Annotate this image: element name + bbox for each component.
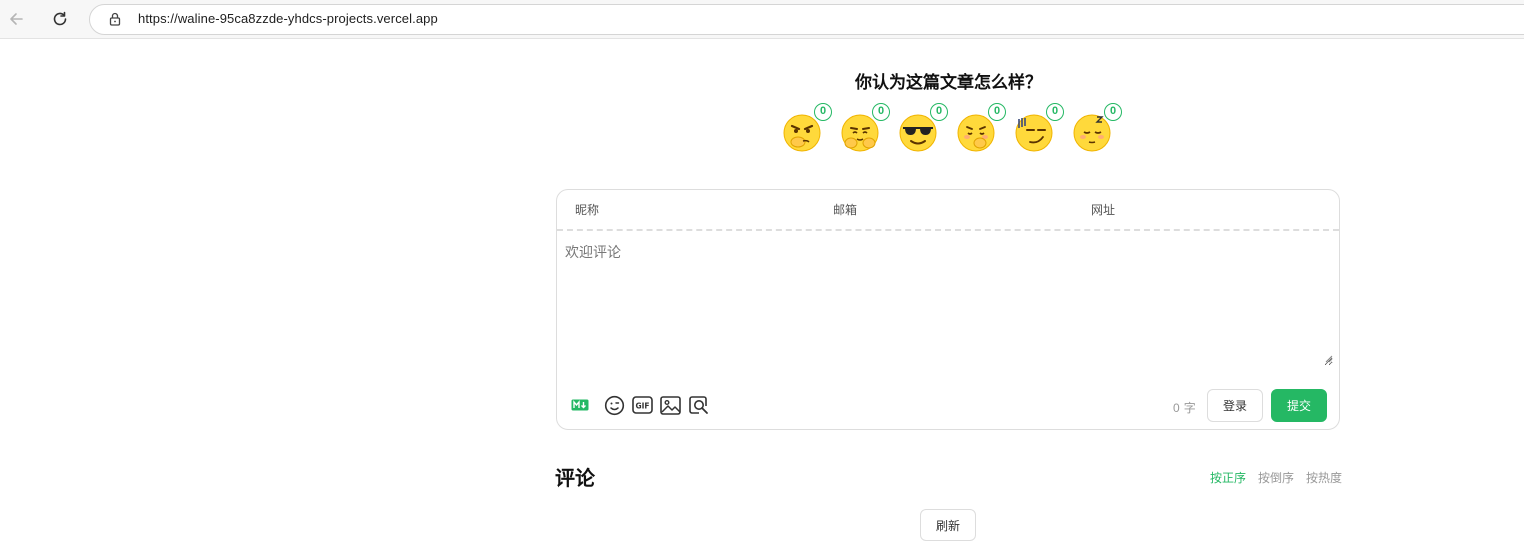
reaction-cool[interactable]: 0 [896,103,948,153]
shushing-face-icon [957,114,995,152]
image-icon [659,395,681,415]
refresh-button[interactable]: 刷新 [920,509,976,541]
comments-title: 评论 [555,466,595,490]
nick-input[interactable] [575,203,805,217]
sort-descending[interactable]: 按倒序 [1258,469,1294,486]
reload-icon [53,11,67,26]
editor-toolbar: GIF [569,394,715,416]
back-button[interactable] [3,6,29,32]
resize-grip-icon[interactable] [1323,353,1333,363]
comment-panel: GIF 0字 登录 提交 [556,189,1340,430]
link-input[interactable] [1091,203,1321,217]
reaction-title: 你认为这篇文章怎么样？ [855,73,1042,93]
mail-field-wrap [815,190,1073,230]
markdown-icon [571,399,589,411]
hugging-face-icon [841,114,879,152]
meta-fields [557,190,1339,231]
word-count: 0字 [1173,399,1196,416]
browser-toolbar: https://waline-95ca8zzde-yhdcs-projects.… [0,0,1524,39]
reload-button[interactable] [47,6,73,32]
reaction-sweat[interactable]: 0 [1012,103,1064,153]
word-count-unit: 字 [1183,401,1196,415]
link-field-wrap [1073,190,1331,230]
svg-text:GIF: GIF [635,402,649,411]
reaction-hug[interactable]: 0 [838,103,890,153]
emoji-icon [604,395,624,415]
emoji-button[interactable] [603,394,625,416]
sort-hottest[interactable]: 按热度 [1306,469,1342,486]
comment-textarea[interactable] [565,242,1333,366]
arrow-left-icon [10,13,23,25]
reaction-sleep[interactable]: 0 [1070,103,1122,153]
reaction-shush[interactable]: 0 [954,103,1006,153]
angry-face-icon [783,114,821,152]
nick-field-wrap [557,190,815,230]
mail-input[interactable] [833,203,1063,217]
sweating-face-icon [1015,114,1053,152]
submit-button[interactable]: 提交 [1271,389,1327,422]
reaction-count: 0 [814,103,832,121]
markdown-button[interactable] [569,394,591,416]
sleeping-face-icon [1073,114,1111,152]
preview-button[interactable] [687,394,709,416]
url-text: https://waline-95ca8zzde-yhdcs-projects.… [138,11,438,26]
reaction-count: 0 [1046,103,1064,121]
lock-icon [109,12,121,26]
reaction-count: 0 [1104,103,1122,121]
cool-sunglasses-face-icon [899,114,937,152]
reaction-count: 0 [872,103,890,121]
reaction-angry[interactable]: 0 [780,103,832,153]
login-button[interactable]: 登录 [1207,389,1263,422]
word-count-value: 0 [1173,401,1180,415]
address-bar[interactable]: https://waline-95ca8zzde-yhdcs-projects.… [89,4,1524,35]
preview-icon [688,395,708,414]
sort-ascending[interactable]: 按正序 [1210,469,1246,486]
gif-icon: GIF [631,396,653,414]
reaction-count: 0 [930,103,948,121]
gif-button[interactable]: GIF [631,394,653,416]
reaction-count: 0 [988,103,1006,121]
reaction-list: 0 0 0 0 0 0 [780,103,1122,153]
image-upload-button[interactable] [659,394,681,416]
